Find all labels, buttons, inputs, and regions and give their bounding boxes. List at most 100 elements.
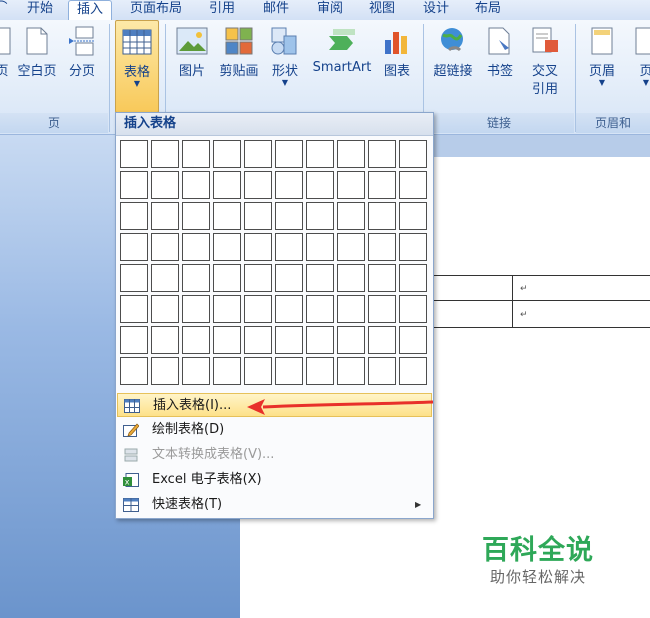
grid-cell[interactable] [151, 295, 179, 323]
grid-cell[interactable] [399, 295, 427, 323]
header-button[interactable]: 页眉 ▼ [582, 20, 622, 110]
hyperlink-button[interactable]: 超链接 [428, 20, 478, 110]
grid-cell[interactable] [399, 233, 427, 261]
grid-cell[interactable] [306, 233, 334, 261]
grid-cell[interactable] [182, 171, 210, 199]
grid-cell[interactable] [244, 202, 272, 230]
tab-mailings[interactable]: 邮件 [254, 0, 298, 20]
grid-cell[interactable] [151, 326, 179, 354]
grid-cell[interactable] [213, 295, 241, 323]
grid-cell[interactable] [182, 233, 210, 261]
cover-page-button[interactable]: 页 [0, 20, 12, 110]
bookmark-button[interactable]: 书签 [482, 20, 518, 110]
menu-item-quick-tables[interactable]: 快速表格(T) ▶ [117, 493, 432, 517]
grid-cell[interactable] [368, 202, 396, 230]
grid-cell[interactable] [399, 326, 427, 354]
grid-cell[interactable] [337, 326, 365, 354]
grid-cell[interactable] [306, 295, 334, 323]
grid-cell[interactable] [306, 264, 334, 292]
grid-cell[interactable] [306, 357, 334, 385]
grid-cell[interactable] [120, 171, 148, 199]
grid-cell[interactable] [244, 233, 272, 261]
grid-cell[interactable] [182, 202, 210, 230]
grid-cell[interactable] [399, 171, 427, 199]
picture-button[interactable]: 图片 [172, 20, 212, 110]
grid-cell[interactable] [337, 233, 365, 261]
grid-cell[interactable] [306, 171, 334, 199]
grid-cell[interactable] [368, 233, 396, 261]
grid-cell[interactable] [275, 295, 303, 323]
grid-cell[interactable] [244, 264, 272, 292]
grid-cell[interactable] [151, 264, 179, 292]
grid-cell[interactable] [337, 295, 365, 323]
grid-cell[interactable] [368, 357, 396, 385]
grid-cell[interactable] [213, 202, 241, 230]
grid-cell[interactable] [182, 140, 210, 168]
grid-cell[interactable] [306, 202, 334, 230]
grid-cell[interactable] [120, 140, 148, 168]
grid-cell[interactable] [337, 171, 365, 199]
grid-cell[interactable] [275, 202, 303, 230]
grid-cell[interactable] [213, 171, 241, 199]
grid-cell[interactable] [275, 233, 303, 261]
tab-home[interactable]: 开始 [18, 0, 62, 20]
grid-cell[interactable] [275, 357, 303, 385]
grid-cell[interactable] [399, 264, 427, 292]
tab-page-layout[interactable]: 页面布局 [120, 0, 192, 20]
menu-item-excel-spreadsheet[interactable]: x Excel 电子表格(X) [117, 468, 432, 492]
grid-cell[interactable] [244, 140, 272, 168]
menu-item-draw-table[interactable]: 绘制表格(D) [117, 418, 432, 442]
grid-cell[interactable] [337, 264, 365, 292]
blank-page-button[interactable]: 空白页 [12, 20, 62, 110]
grid-cell[interactable] [182, 357, 210, 385]
smartart-button[interactable]: SmartArt [308, 20, 376, 110]
table-cell[interactable] [512, 275, 650, 302]
clipart-button[interactable]: 剪贴画 [215, 20, 263, 110]
grid-cell[interactable] [151, 140, 179, 168]
grid-cell[interactable] [244, 326, 272, 354]
table-cell[interactable] [512, 300, 650, 328]
grid-cell[interactable] [151, 202, 179, 230]
grid-cell[interactable] [275, 171, 303, 199]
grid-cell[interactable] [368, 140, 396, 168]
grid-cell[interactable] [182, 264, 210, 292]
grid-cell[interactable] [306, 140, 334, 168]
tab-view[interactable]: 视图 [360, 0, 404, 20]
grid-cell[interactable] [120, 233, 148, 261]
grid-cell[interactable] [368, 326, 396, 354]
grid-cell[interactable] [244, 171, 272, 199]
grid-cell[interactable] [213, 264, 241, 292]
grid-cell[interactable] [399, 202, 427, 230]
office-button-edge[interactable]: ⌒ [0, 0, 8, 20]
page-break-button[interactable]: 分页 [64, 20, 100, 110]
table-button[interactable]: 表格 ▼ [115, 20, 159, 113]
grid-cell[interactable] [337, 202, 365, 230]
grid-cell[interactable] [337, 357, 365, 385]
table-cell[interactable] [430, 300, 514, 328]
grid-cell[interactable] [244, 295, 272, 323]
shapes-button[interactable]: 形状 ▼ [266, 20, 304, 110]
cross-reference-button[interactable]: 交叉 引用 [522, 20, 568, 110]
grid-cell[interactable] [213, 233, 241, 261]
grid-cell[interactable] [275, 326, 303, 354]
grid-cell[interactable] [182, 295, 210, 323]
grid-cell[interactable] [306, 326, 334, 354]
grid-cell[interactable] [213, 326, 241, 354]
grid-cell[interactable] [399, 357, 427, 385]
grid-cell[interactable] [120, 264, 148, 292]
grid-cell[interactable] [275, 140, 303, 168]
chart-button[interactable]: 图表 [378, 20, 416, 110]
grid-cell[interactable] [368, 264, 396, 292]
tab-layout[interactable]: 布局 [466, 0, 510, 20]
grid-cell[interactable] [213, 357, 241, 385]
grid-cell[interactable] [120, 357, 148, 385]
grid-cell[interactable] [120, 202, 148, 230]
grid-cell[interactable] [337, 140, 365, 168]
grid-cell[interactable] [213, 140, 241, 168]
grid-cell[interactable] [151, 233, 179, 261]
grid-cell[interactable] [368, 295, 396, 323]
tab-design[interactable]: 设计 [414, 0, 458, 20]
grid-cell[interactable] [399, 140, 427, 168]
tab-review[interactable]: 审阅 [308, 0, 352, 20]
grid-cell[interactable] [275, 264, 303, 292]
